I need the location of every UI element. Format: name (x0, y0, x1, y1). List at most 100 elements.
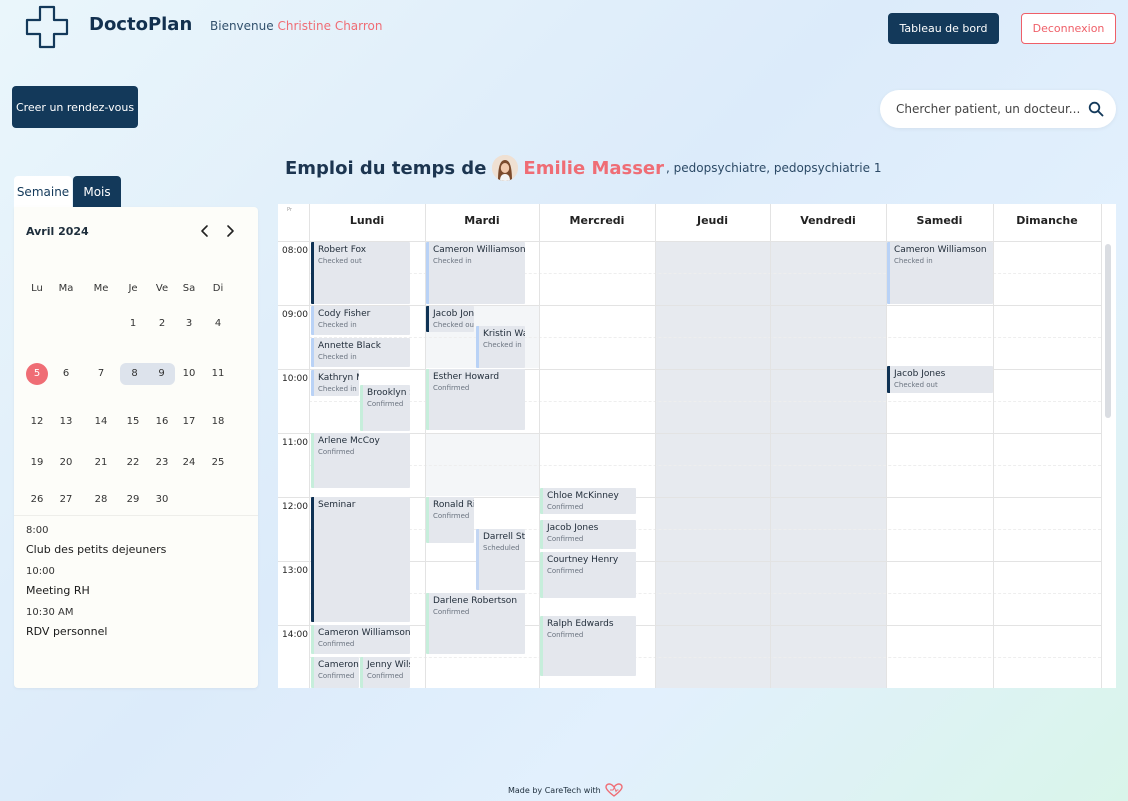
mini-calendar-day[interactable]: 1 (121, 313, 145, 335)
appointment-patient-name: Cameron Williamson (433, 245, 525, 255)
mini-calendar-day[interactable]: 3 (177, 313, 201, 335)
appointment-patient-name: Ralph Edwards (547, 619, 614, 629)
appointment-card[interactable]: Kristin Watson Checked in (476, 326, 525, 368)
appointment-status: Confirmed (318, 448, 355, 456)
mini-calendar-day[interactable]: 6 (54, 363, 78, 385)
logout-button[interactable]: Deconnexion (1021, 13, 1116, 44)
create-appointment-button[interactable]: Creer un rendez-vous (12, 86, 138, 128)
mini-calendar-day[interactable]: 13 (54, 411, 78, 433)
vertical-scrollbar[interactable] (1105, 244, 1111, 418)
half-hour-line (309, 657, 1101, 658)
schedule-heading-prefix: Emploi du temps de (285, 157, 487, 179)
mini-calendar-day[interactable]: 18 (206, 411, 230, 433)
dashboard-button[interactable]: Tableau de bord (888, 13, 999, 44)
hour-label: 13:00 (282, 566, 308, 576)
appointment-card[interactable]: Darrell Steward Scheduled (476, 529, 525, 590)
appointment-status: Confirmed (547, 567, 584, 575)
chevron-left-icon[interactable] (197, 223, 213, 239)
event-title[interactable]: RDV personnel (26, 625, 107, 638)
mini-calendar-day[interactable]: 22 (121, 452, 145, 474)
mini-calendar-day[interactable]: 27 (54, 489, 78, 511)
search-input[interactable] (896, 99, 1081, 119)
weekday-label: Sa (182, 283, 196, 294)
tab-week[interactable]: Semaine (14, 176, 72, 207)
mini-calendar-day[interactable]: 28 (89, 489, 113, 511)
mini-calendar-day[interactable]: 24 (177, 452, 201, 474)
appointment-card[interactable]: Cody Fisher Checked in (311, 306, 410, 335)
mini-calendar-day[interactable]: 15 (121, 411, 145, 433)
appointment-status: Confirmed (318, 640, 355, 648)
appointment-status: Confirmed (547, 503, 584, 511)
chevron-right-icon[interactable] (222, 223, 238, 239)
column-divider (1101, 204, 1102, 688)
appointment-patient-name: Cameron Williamson (318, 628, 410, 638)
mini-calendar-day[interactable]: 21 (89, 452, 113, 474)
mini-calendar-day[interactable]: 7 (89, 363, 113, 385)
appointment-card[interactable]: Annette Black Checked in (311, 338, 410, 367)
event-title[interactable]: Meeting RH (26, 584, 90, 597)
mini-calendar-day[interactable]: 2 (150, 313, 174, 335)
mini-calendar-day[interactable]: 12 (25, 411, 49, 433)
appointment-card[interactable]: Chloe McKinney Confirmed (540, 488, 636, 514)
mini-calendar-day[interactable]: 29 (121, 489, 145, 511)
half-hour-line (309, 337, 1101, 338)
appointment-card[interactable]: Robert Fox Checked out (311, 242, 410, 304)
mini-calendar-day[interactable]: 26 (25, 489, 49, 511)
appointment-status: Confirmed (547, 535, 584, 543)
day-header: Mercredi (569, 214, 625, 227)
appointment-patient-name: Jacob Jones (547, 523, 599, 533)
appointment-card[interactable]: Jacob Jones Checked out (887, 366, 993, 393)
appointment-card[interactable]: Cameron Williamson Checked in (887, 242, 993, 304)
mini-calendar-day[interactable]: 19 (25, 452, 49, 474)
mini-calendar-day[interactable]: 30 (150, 489, 174, 511)
mini-calendar-day[interactable]: 10 (177, 363, 201, 385)
appointment-card[interactable]: Esther Howard Confirmed (426, 369, 525, 430)
mini-calendar-day[interactable]: 25 (206, 452, 230, 474)
appointment-patient-name: Kristin Watson (483, 329, 525, 339)
footer: Made by CareTech with (508, 783, 623, 797)
column-divider (309, 204, 310, 688)
mini-calendar-day[interactable]: 9 (148, 363, 175, 385)
appointment-card[interactable]: Cameron Williamson Checked in (426, 242, 525, 304)
mini-calendar-day[interactable]: 11 (206, 363, 230, 385)
appointment-card[interactable]: Courtney Henry Confirmed (540, 552, 636, 598)
appointment-patient-name: Darlene Robertson (433, 596, 518, 606)
weekday-label: Ma (58, 283, 74, 294)
search-box[interactable] (880, 90, 1116, 128)
appointment-card[interactable]: Seminar (311, 497, 410, 622)
weekday-label: Di (212, 283, 224, 294)
appointment-card[interactable]: Jacob Jones Confirmed (540, 520, 636, 549)
appointment-patient-name: Arlene McCoy (318, 436, 380, 446)
mini-calendar-day[interactable]: 16 (150, 411, 174, 433)
mini-calendar-day[interactable]: 20 (54, 452, 78, 474)
mini-calendar-day[interactable]: 23 (150, 452, 174, 474)
appointment-card[interactable]: Cameron Williamson Confirmed (311, 625, 410, 654)
mini-calendar-day[interactable]: 4 (206, 313, 230, 335)
search-icon[interactable] (1088, 101, 1104, 117)
tab-month[interactable]: Mois (73, 176, 121, 207)
day-header: Dimanche (1016, 214, 1078, 227)
mini-calendar-day[interactable]: 17 (177, 411, 201, 433)
appointment-card[interactable]: Brooklyn Simmons Confirmed (360, 385, 410, 431)
appointment-patient-name: Cameron Williamson (318, 660, 359, 670)
medical-cross-logo-icon (25, 5, 69, 49)
appointment-card[interactable]: Jenny Wilson Confirmed (360, 657, 410, 688)
appointment-card[interactable]: Ralph Edwards Confirmed (540, 616, 636, 676)
mini-calendar-day[interactable]: 14 (89, 411, 113, 433)
appointment-patient-name: Annette Black (318, 341, 381, 351)
mini-calendar-day[interactable]: 8 (120, 363, 149, 385)
appointment-card[interactable]: Darlene Robertson Confirmed (426, 593, 525, 654)
app-logo-text: DoctoPlan (89, 14, 193, 35)
appointment-status: Checked in (894, 257, 933, 265)
appointment-card[interactable]: Ronald Richards Confirmed (426, 497, 474, 543)
appointment-card[interactable]: Kathryn Murphy Checked in (311, 370, 359, 396)
appointment-card[interactable]: Cameron Williamson Confirmed (311, 657, 359, 688)
doctor-specialty: , pedopsychiatre, pedopsychiatrie 1 (666, 161, 882, 175)
welcome-prefix: Bienvenue (210, 19, 274, 33)
appointment-card[interactable]: Jacob Jones Checked out (426, 306, 474, 332)
mini-calendar-day[interactable]: 5 (26, 363, 48, 385)
appointment-card[interactable]: Arlene McCoy Confirmed (311, 433, 410, 488)
event-title[interactable]: Club des petits dejeuners (26, 543, 166, 556)
hour-label: 09:00 (282, 310, 308, 320)
welcome-message: Bienvenue Christine Charron (210, 19, 383, 33)
